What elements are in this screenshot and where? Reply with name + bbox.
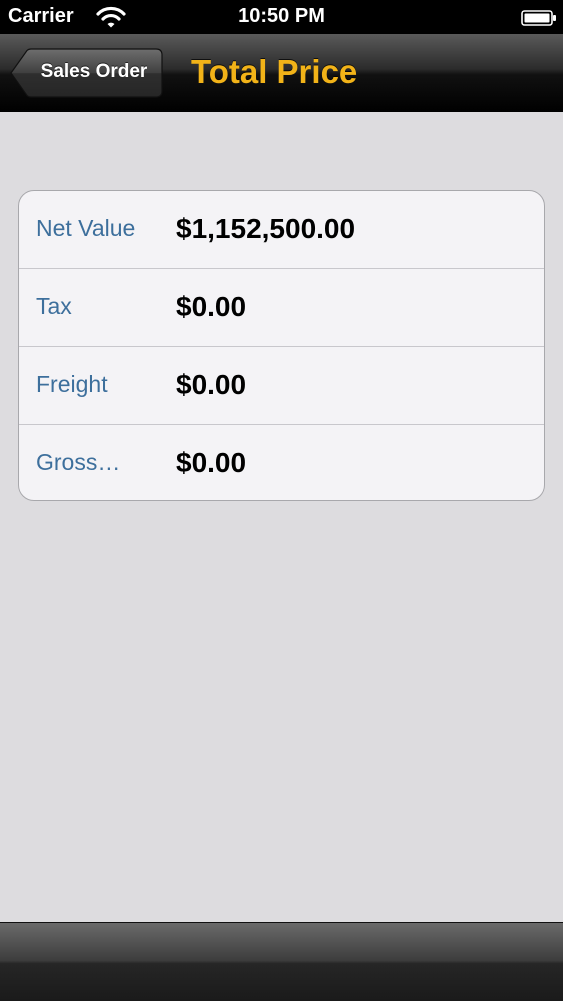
- row-value: $0.00: [176, 369, 247, 400]
- content-area: Net Value $1,152,500.00 Tax $0.00 Freigh…: [0, 112, 563, 922]
- back-button[interactable]: Sales Order: [10, 48, 163, 98]
- price-table: Net Value $1,152,500.00 Tax $0.00 Freigh…: [18, 190, 545, 501]
- table-row-freight[interactable]: Freight $0.00: [19, 347, 544, 425]
- row-label: Tax: [36, 293, 72, 319]
- back-button-label: Sales Order: [40, 61, 148, 82]
- navigation-bar: Sales Order Total Price: [0, 34, 563, 113]
- status-time: 10:50 PM: [238, 5, 325, 27]
- table-row-tax[interactable]: Tax $0.00: [19, 269, 544, 347]
- row-label: Net Value: [36, 215, 136, 241]
- table-row-net-value[interactable]: Net Value $1,152,500.00: [19, 191, 544, 269]
- row-value: $0.00: [176, 447, 247, 478]
- row-value: $0.00: [176, 291, 247, 322]
- status-bar: Carrier 10:50 PM: [0, 0, 563, 34]
- row-label: Freight: [36, 371, 108, 397]
- row-label: Gross…: [36, 449, 121, 475]
- bottom-toolbar: [0, 922, 563, 1001]
- row-value: $1,152,500.00: [176, 213, 356, 244]
- table-row-gross[interactable]: Gross… $0.00: [19, 425, 544, 500]
- battery-icon: [521, 9, 557, 26]
- page-title: Total Price: [191, 53, 358, 90]
